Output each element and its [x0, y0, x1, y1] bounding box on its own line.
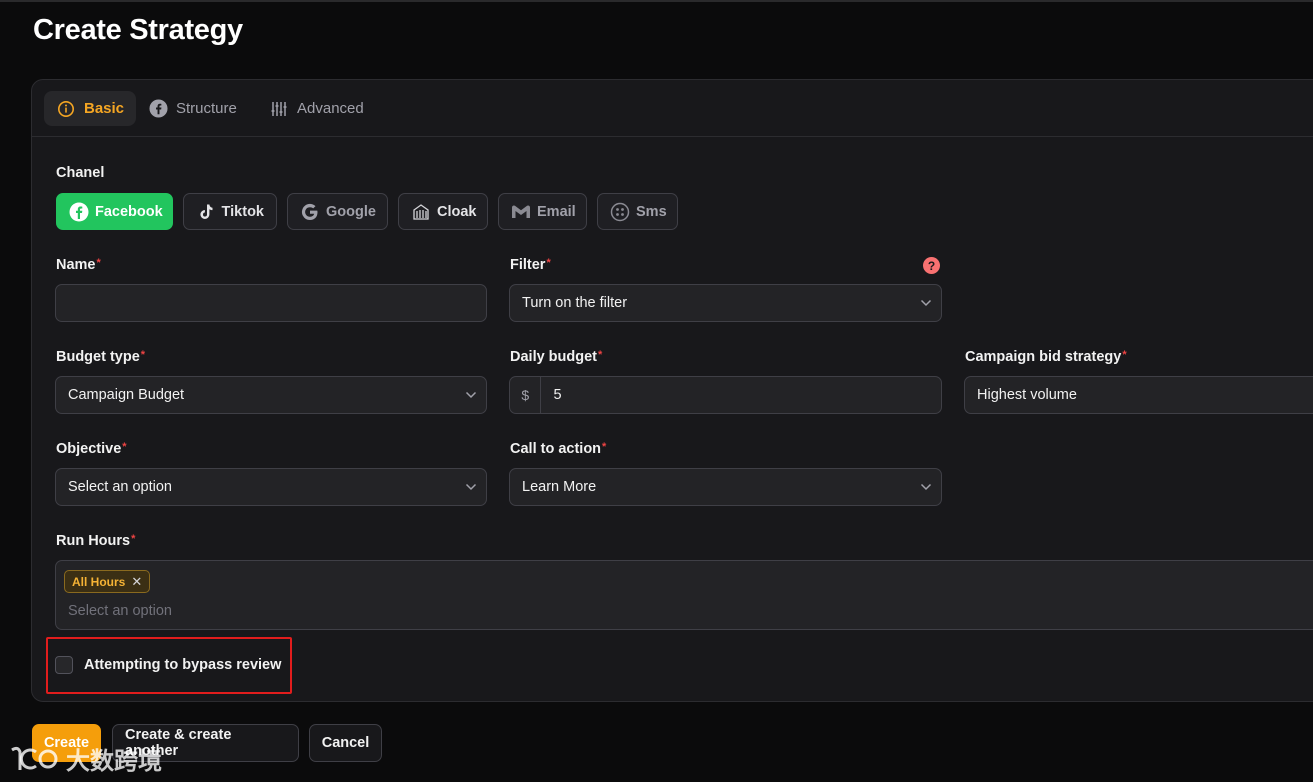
name-label: Name*: [56, 257, 101, 273]
budget-type-select[interactable]: Campaign Budget: [55, 376, 487, 414]
info-icon: [56, 99, 76, 119]
chevron-down-icon: [911, 483, 941, 491]
objective-label: Objective*: [56, 441, 127, 457]
close-icon[interactable]: ✕: [131, 574, 142, 590]
bypass-review-checkbox[interactable]: [55, 656, 73, 674]
objective-value: Select an option: [68, 479, 172, 495]
daily-budget-field[interactable]: $: [509, 376, 942, 414]
chevron-down-icon: [456, 483, 486, 491]
watermark: 大数跨境: [8, 741, 162, 776]
name-input[interactable]: [56, 285, 486, 321]
chevron-down-icon: [911, 299, 941, 307]
filter-value: Turn on the filter: [522, 295, 628, 311]
run-hours-multiselect[interactable]: All Hours ✕ Select an option: [55, 560, 1313, 630]
channel-cloak-button[interactable]: Cloak: [398, 193, 488, 230]
filter-label: Filter*: [510, 257, 551, 273]
call-to-action-select[interactable]: Learn More: [509, 468, 942, 506]
run-hours-chip: All Hours ✕: [64, 570, 151, 593]
watermark-logo-icon: [11, 746, 58, 770]
question-icon[interactable]: ?: [923, 257, 940, 274]
name-field[interactable]: [55, 284, 487, 322]
tab-label: Structure: [176, 100, 237, 117]
channel-label-text: Sms: [636, 203, 667, 220]
channel-label-text: Email: [537, 203, 576, 220]
sliders-icon: [269, 99, 289, 119]
tab-label: Advanced: [297, 100, 364, 117]
objective-select[interactable]: Select an option: [55, 468, 487, 506]
run-hours-placeholder: Select an option: [68, 603, 172, 619]
channel-sms-button[interactable]: Sms: [597, 193, 678, 230]
budget-type-value: Campaign Budget: [68, 387, 185, 403]
tab-advanced[interactable]: Advanced: [257, 91, 376, 126]
chevron-down-icon: [456, 391, 486, 399]
call-to-action-value: Learn More: [522, 479, 597, 495]
channel-label-text: Facebook: [95, 203, 163, 220]
currency-prefix: $: [510, 377, 542, 413]
google-icon: [300, 202, 320, 222]
strategy-form-card: Basic Structure Advanced Chanel Facebook…: [31, 79, 1313, 702]
top-divider: [0, 0, 1313, 2]
call-to-action-label: Call to action*: [510, 441, 607, 457]
tab-label: Basic: [84, 100, 125, 117]
channel-label: Chanel: [56, 165, 105, 181]
channel-label-text: Cloak: [437, 203, 477, 220]
channel-email-button[interactable]: Email: [498, 193, 587, 230]
facebook-icon: [148, 99, 168, 119]
bypass-review-label: Attempting to bypass review: [84, 657, 282, 673]
watermark-text: 大数跨境: [66, 748, 162, 775]
daily-budget-label: Daily budget*: [510, 349, 603, 365]
facebook-icon: [69, 202, 89, 222]
page-title: Create Strategy: [33, 14, 243, 46]
channel-facebook-button[interactable]: Facebook: [56, 193, 173, 230]
gmail-icon: [511, 202, 531, 222]
sms-icon: [610, 202, 630, 222]
cancel-button[interactable]: Cancel: [309, 724, 382, 762]
chip-label: All Hours: [72, 574, 126, 589]
tab-bar: Basic Structure Advanced: [32, 80, 1313, 137]
bid-strategy-value: Highest volume: [977, 387, 1077, 403]
filter-select[interactable]: Turn on the filter: [509, 284, 942, 322]
tab-structure[interactable]: Structure: [136, 91, 249, 126]
bid-strategy-label: Campaign bid strategy*: [965, 349, 1127, 365]
channel-tiktok-button[interactable]: Tiktok: [183, 193, 277, 230]
run-hours-label: Run Hours*: [56, 533, 136, 549]
channel-google-button[interactable]: Google: [287, 193, 388, 230]
channel-label-text: Tiktok: [221, 203, 264, 220]
tab-basic[interactable]: Basic: [44, 91, 137, 126]
channel-label-text: Google: [326, 203, 376, 220]
daily-budget-input[interactable]: [541, 377, 941, 413]
bid-strategy-select[interactable]: Highest volume: [964, 376, 1313, 414]
cloak-icon: [411, 202, 431, 222]
tiktok-icon: [196, 202, 216, 222]
budget-type-label: Budget type*: [56, 349, 146, 365]
